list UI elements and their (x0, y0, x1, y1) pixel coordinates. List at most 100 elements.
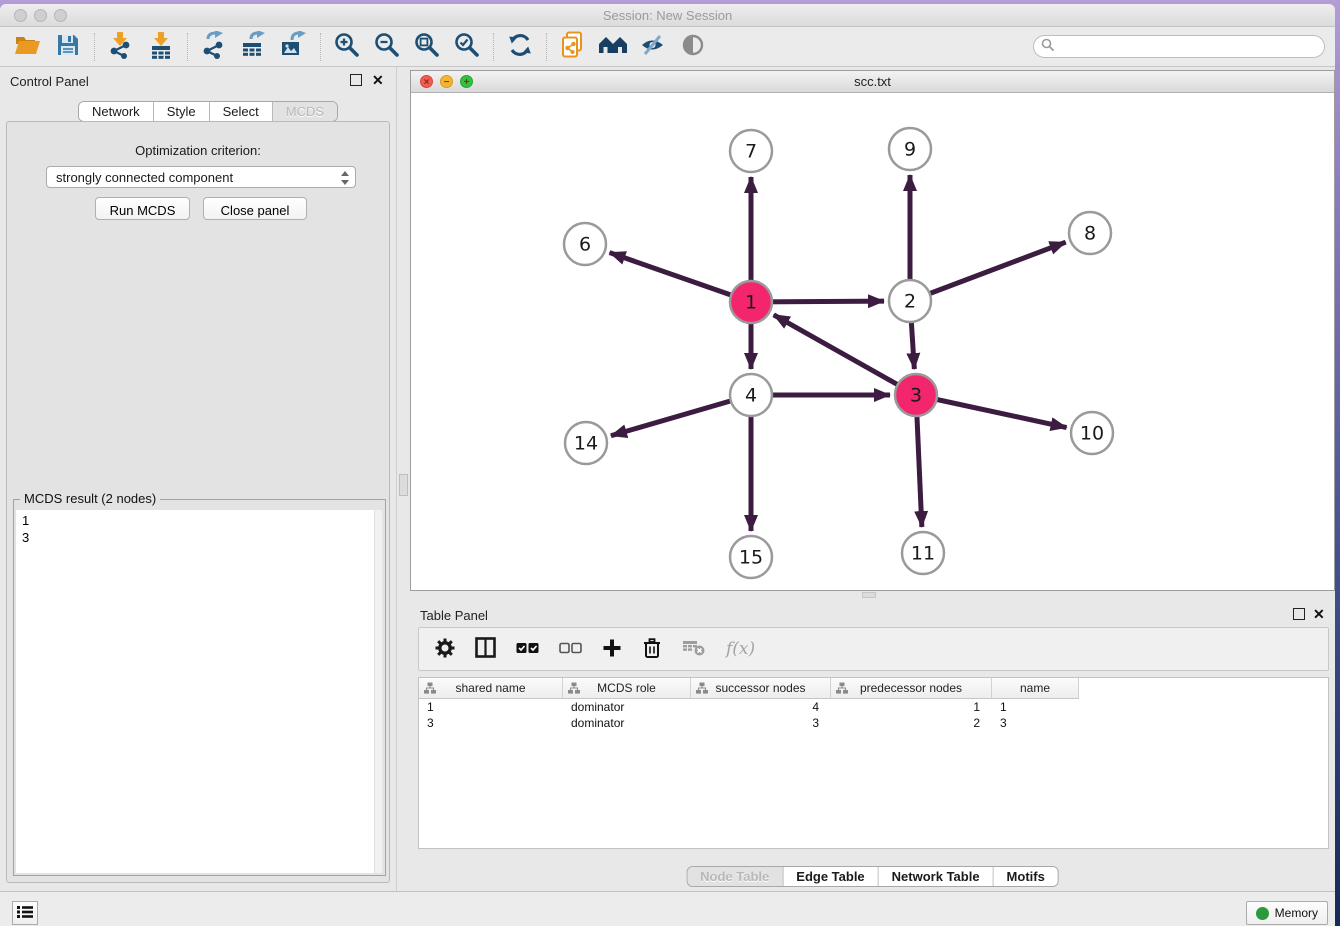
run-mcds-button[interactable]: Run MCDS (95, 197, 190, 220)
close-panel-icon[interactable]: ✕ (372, 74, 384, 86)
table-row[interactable]: 3dominator323 (419, 715, 1328, 731)
zoom-fit-button[interactable] (407, 31, 447, 63)
export-image-button[interactable] (274, 31, 314, 63)
zoom-out-button[interactable] (367, 31, 407, 63)
tab-edge-table[interactable]: Edge Table (783, 867, 878, 886)
zoom-selected-button[interactable] (447, 31, 487, 63)
edge-3-1[interactable] (774, 315, 916, 395)
refresh-icon (507, 32, 533, 61)
node-8[interactable]: 8 (1069, 212, 1111, 254)
tab-network-table[interactable]: Network Table (879, 867, 994, 886)
float-panel-icon[interactable] (350, 74, 362, 86)
column-header-predecessor-nodes[interactable]: predecessor nodes (831, 678, 992, 699)
node-4[interactable]: 4 (730, 374, 772, 416)
list-icon (16, 904, 34, 923)
node-14[interactable]: 14 (565, 422, 607, 464)
result-scrollbar[interactable] (374, 510, 382, 873)
unchecked-boxes-icon (559, 640, 582, 659)
edge-3-10[interactable] (916, 395, 1067, 428)
svg-text:3: 3 (910, 385, 922, 407)
select-all-button[interactable] (516, 640, 539, 659)
tab-network[interactable]: Network (79, 102, 154, 121)
node-table: shared name MCDS role successor nodes pr… (418, 677, 1329, 849)
add-column-button[interactable] (602, 638, 622, 661)
search-icon (1041, 38, 1055, 55)
edge-2-8[interactable] (910, 242, 1066, 301)
network-title: scc.txt (411, 74, 1334, 89)
delete-table-icon (682, 638, 706, 660)
svg-text:7: 7 (745, 141, 757, 163)
node-9[interactable]: 9 (889, 128, 931, 170)
node-3[interactable]: 3 (895, 374, 937, 416)
open-session-button[interactable] (8, 31, 48, 63)
network-window: × − + scc.txt 7 9 6 8 1 2 4 3 14 10 15 11 (410, 70, 1335, 591)
column-header-successor-nodes[interactable]: successor nodes (691, 678, 831, 699)
zoom-selected-icon (454, 32, 480, 61)
memory-button[interactable]: Memory (1246, 901, 1328, 925)
node-11[interactable]: 11 (902, 532, 944, 574)
table-cell: 1 (831, 699, 992, 715)
node-10[interactable]: 10 (1071, 412, 1113, 454)
column-header-mcds-role[interactable]: MCDS role (563, 678, 691, 699)
column-header-shared-name[interactable]: shared name (419, 678, 563, 699)
app-window: Session: New Session (0, 4, 1335, 926)
tab-style[interactable]: Style (154, 102, 210, 121)
import-table-button[interactable] (141, 31, 181, 63)
mcds-result-text[interactable]: 1 3 (16, 510, 374, 873)
import-network-button[interactable] (101, 31, 141, 63)
search-input[interactable] (1033, 35, 1325, 58)
node-15[interactable]: 15 (730, 536, 772, 578)
node-1[interactable]: 1 (730, 281, 772, 323)
close-panel-button[interactable]: Close panel (203, 197, 307, 220)
eye-slash-icon (639, 33, 667, 60)
tab-select[interactable]: Select (210, 102, 273, 121)
home-view-button[interactable] (593, 31, 633, 63)
plus-icon (602, 638, 622, 661)
table-header: shared name MCDS role successor nodes pr… (419, 678, 1328, 699)
columns-icon (475, 637, 496, 661)
splitter-grabber[interactable] (399, 474, 408, 496)
column-layout-button[interactable] (475, 637, 496, 661)
export-network-button[interactable] (194, 31, 234, 63)
vertical-splitter[interactable] (396, 67, 410, 891)
zoom-in-button[interactable] (327, 31, 367, 63)
save-session-button[interactable] (48, 31, 88, 63)
main-toolbar (0, 27, 1335, 67)
horizontal-splitter-grabber[interactable] (862, 592, 876, 598)
node-7[interactable]: 7 (730, 130, 772, 172)
network-graph[interactable]: 7 9 6 8 1 2 4 3 14 10 15 11 (411, 93, 1334, 590)
tab-node-table[interactable]: Node Table (687, 867, 783, 886)
svg-text:6: 6 (579, 234, 591, 256)
table-cell: 1 (419, 699, 563, 715)
column-header-name[interactable]: name (992, 678, 1079, 699)
optimization-criterion-select[interactable]: strongly connected component (46, 166, 356, 188)
edge-1-6[interactable] (610, 253, 751, 302)
mcds-panel: Optimization criterion: strongly connect… (6, 121, 390, 883)
close-table-panel-icon[interactable]: ✕ (1313, 608, 1325, 620)
refresh-layout-button[interactable] (500, 31, 540, 63)
new-network-file-button[interactable] (553, 31, 593, 63)
table-cell: 4 (691, 699, 831, 715)
table-settings-button[interactable] (435, 638, 455, 661)
deselect-all-button[interactable] (559, 640, 582, 659)
node-2[interactable]: 2 (889, 280, 931, 322)
task-history-button[interactable] (12, 901, 38, 925)
network-titlebar[interactable]: × − + scc.txt (411, 71, 1334, 93)
tab-mcds[interactable]: MCDS (273, 102, 337, 121)
tab-motifs[interactable]: Motifs (994, 867, 1058, 886)
table-cell: 1 (992, 699, 1079, 715)
delete-column-button[interactable] (642, 637, 662, 662)
table-cell: 2 (831, 715, 992, 731)
svg-text:14: 14 (574, 433, 598, 455)
float-table-panel-icon[interactable] (1293, 608, 1305, 620)
svg-text:2: 2 (904, 291, 916, 313)
export-table-button[interactable] (234, 31, 274, 63)
hide-elements-button[interactable] (633, 31, 673, 63)
node-6[interactable]: 6 (564, 223, 606, 265)
dropdown-value: strongly connected component (56, 170, 233, 185)
save-disk-icon (56, 33, 80, 60)
delete-table-button[interactable] (682, 638, 706, 660)
show-elements-button[interactable] (673, 31, 713, 63)
table-row[interactable]: 1dominator411 (419, 699, 1328, 715)
apply-function-button[interactable]: f(x) (726, 639, 755, 659)
